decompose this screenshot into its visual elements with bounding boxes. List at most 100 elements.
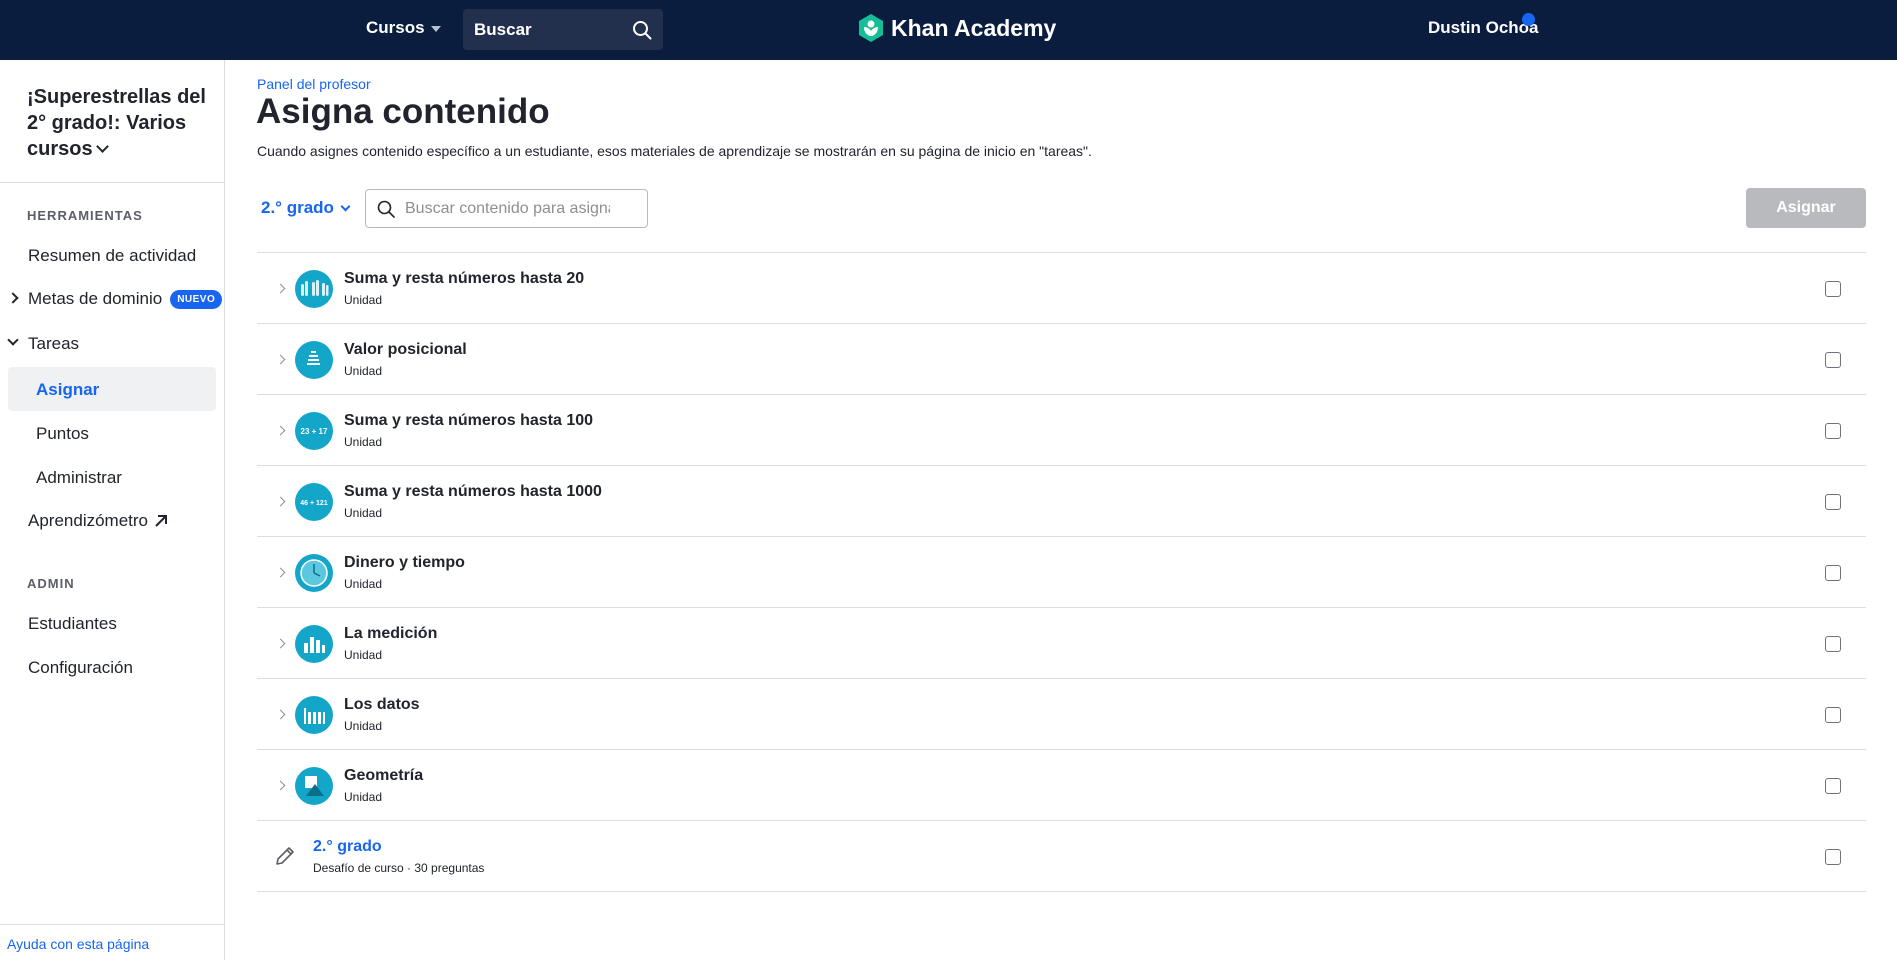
list-item[interactable]: Geometría Unidad <box>257 750 1866 821</box>
chevron-right-icon[interactable] <box>275 283 286 294</box>
external-link-icon <box>155 515 168 527</box>
select-checkbox[interactable] <box>1825 281 1841 297</box>
chevron-right-icon[interactable] <box>7 292 19 304</box>
courses-menu-button[interactable]: Cursos <box>366 18 441 38</box>
new-badge: NUEVO <box>170 289 223 309</box>
unit-type: Unidad <box>344 435 383 449</box>
khan-academy-logo[interactable]: Khan Academy <box>858 14 1056 42</box>
select-checkbox[interactable] <box>1825 565 1841 581</box>
grade-select[interactable]: 2.° grado <box>261 198 351 218</box>
unit-type: Unidad <box>344 577 383 591</box>
chevron-down-icon[interactable] <box>7 334 19 346</box>
admin-heading: ADMIN <box>27 576 75 591</box>
list-item[interactable]: Dinero y tiempo Unidad <box>257 537 1866 608</box>
clock-icon <box>295 554 333 592</box>
chevron-right-icon[interactable] <box>275 354 286 365</box>
unit-type: Unidad <box>344 648 383 662</box>
sum-46-121-icon: 46 + 121 <box>295 483 333 521</box>
class-selector[interactable]: ¡Superestrellas del 2° grado!: Varios cu… <box>27 84 207 162</box>
global-search[interactable]: Buscar <box>463 9 663 50</box>
unit-title[interactable]: Suma y resta números hasta 1000 <box>344 483 602 501</box>
select-checkbox[interactable] <box>1825 778 1841 794</box>
sidebar-item-label: Aprendizómetro <box>28 511 149 530</box>
pencil-icon <box>276 847 294 865</box>
icon-text: 46 + 121 <box>300 500 328 507</box>
content-search-input[interactable] <box>405 199 610 218</box>
divider <box>0 924 224 925</box>
sum-23-17-icon: 23 + 17 <box>295 412 333 450</box>
unit-type: Unidad <box>344 790 383 804</box>
select-checkbox[interactable] <box>1825 849 1841 865</box>
select-checkbox[interactable] <box>1825 352 1841 368</box>
chevron-down-icon <box>340 201 351 211</box>
select-checkbox[interactable] <box>1825 423 1841 439</box>
sidebar-item-manage[interactable]: Administrar <box>36 468 122 488</box>
global-search-placeholder: Buscar <box>474 19 532 39</box>
select-checkbox[interactable] <box>1825 707 1841 723</box>
sidebar-item-students[interactable]: Estudiantes <box>28 614 117 634</box>
content-search[interactable] <box>365 189 648 228</box>
chevron-right-icon[interactable] <box>275 425 286 436</box>
tools-heading: HERRAMIENTAS <box>27 208 143 223</box>
unit-type: Unidad <box>344 719 383 733</box>
top-navigation-bar: Cursos Buscar Khan Academy Dustin Ochoa <box>0 0 1897 60</box>
logo-text: Khan Academy <box>891 14 1057 41</box>
unit-type: Unidad <box>344 364 383 378</box>
course-challenge-title[interactable]: 2.° grado <box>313 838 382 856</box>
grade-select-label: 2.° grado <box>261 198 334 217</box>
unit-title[interactable]: Suma y resta números hasta 20 <box>344 270 584 288</box>
unit-title[interactable]: La medición <box>344 625 437 643</box>
courses-label: Cursos <box>366 18 425 37</box>
notification-dot-icon <box>1522 13 1535 26</box>
list-item[interactable]: Suma y resta números hasta 20 Unidad <box>257 253 1866 324</box>
unit-title[interactable]: Geometría <box>344 767 423 785</box>
list-item[interactable]: Los datos Unidad <box>257 679 1866 750</box>
sidebar-item-tasks[interactable]: Tareas <box>28 334 79 354</box>
sidebar: ¡Superestrellas del 2° grado!: Varios cu… <box>0 60 225 960</box>
search-icon <box>377 200 395 218</box>
sidebar-item-assign-label: Asignar <box>36 380 100 399</box>
page-description: Cuando asignes contenido específico a un… <box>257 143 1092 159</box>
select-checkbox[interactable] <box>1825 636 1841 652</box>
chevron-down-icon <box>95 140 109 153</box>
sidebar-item-activity[interactable]: Resumen de actividad <box>28 246 196 266</box>
class-title: ¡Superestrellas del 2° grado!: Varios cu… <box>27 86 206 160</box>
unit-title[interactable]: Valor posicional <box>344 341 467 359</box>
unit-title[interactable]: Suma y resta números hasta 100 <box>344 412 593 430</box>
list-item-course-challenge[interactable]: 2.° grado Desafío de curso · 30 pregunta… <box>257 821 1866 892</box>
chevron-right-icon[interactable] <box>275 496 286 507</box>
unit-title[interactable]: Dinero y tiempo <box>344 554 465 572</box>
list-item[interactable]: Valor posicional Unidad <box>257 324 1866 395</box>
page-title: Asigna contenido <box>256 92 550 131</box>
icon-text: 23 + 17 <box>301 427 328 436</box>
sidebar-item-settings[interactable]: Configuración <box>28 658 133 678</box>
unit-title[interactable]: Los datos <box>344 696 420 714</box>
fingers-icon <box>295 270 333 308</box>
data-icon <box>295 696 333 734</box>
help-link[interactable]: Ayuda con esta página <box>7 936 149 952</box>
divider <box>0 182 224 183</box>
measurement-icon <box>295 625 333 663</box>
sidebar-item-label: Metas de dominio <box>28 289 163 308</box>
content-list: Suma y resta números hasta 20 Unidad Val… <box>257 252 1866 892</box>
chevron-right-icon[interactable] <box>275 638 286 649</box>
list-item[interactable]: La medición Unidad <box>257 608 1866 679</box>
list-item[interactable]: 23 + 17 Suma y resta números hasta 100 U… <box>257 395 1866 466</box>
geometry-icon <box>295 767 333 805</box>
sidebar-item-learning-meter[interactable]: Aprendizómetro <box>28 511 168 531</box>
breadcrumb[interactable]: Panel del profesor <box>257 76 371 92</box>
search-icon <box>633 20 652 39</box>
caret-down-icon <box>430 26 441 32</box>
sidebar-item-mastery[interactable]: Metas de dominio NUEVO <box>28 289 223 309</box>
course-challenge-subtitle: Desafío de curso · 30 preguntas <box>313 861 485 875</box>
khan-leaf-icon <box>859 14 883 42</box>
select-checkbox[interactable] <box>1825 494 1841 510</box>
chevron-right-icon[interactable] <box>275 709 286 720</box>
chevron-right-icon[interactable] <box>275 780 286 791</box>
sidebar-item-points[interactable]: Puntos <box>36 424 89 444</box>
chevron-right-icon[interactable] <box>275 567 286 578</box>
unit-type: Unidad <box>344 293 383 307</box>
list-item[interactable]: 46 + 121 Suma y resta números hasta 1000… <box>257 466 1866 537</box>
place-value-icon <box>295 341 333 379</box>
assign-button[interactable]: Asignar <box>1746 188 1866 228</box>
